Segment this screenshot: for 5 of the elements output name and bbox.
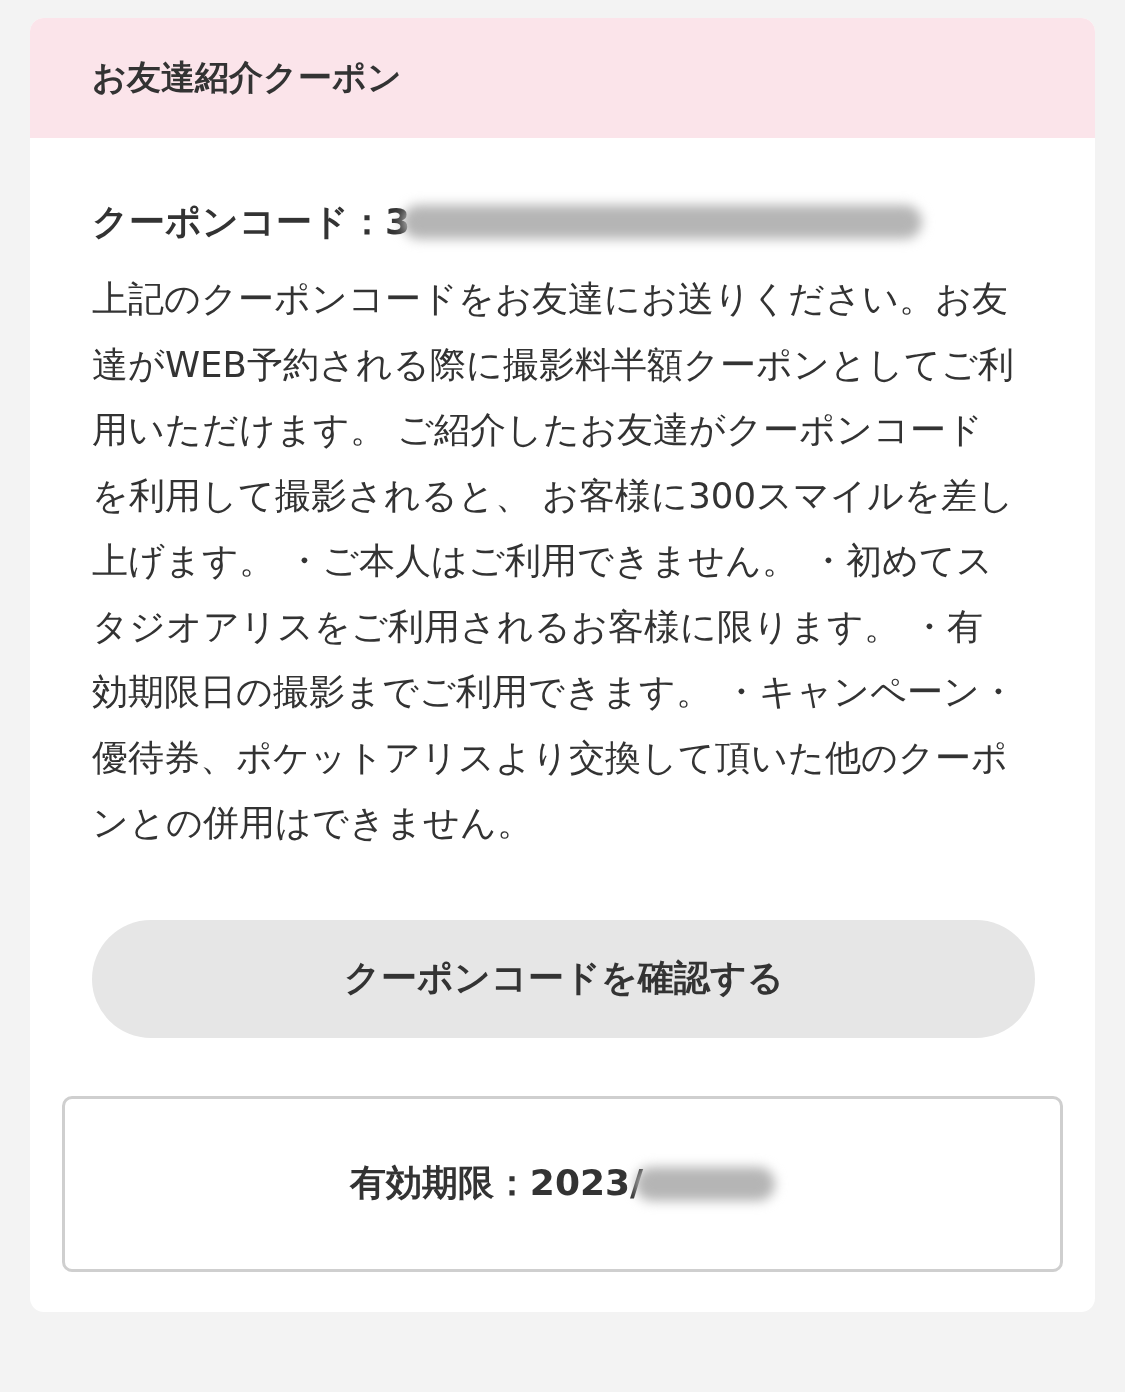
expiry-date: 有効期限：2023/	[349, 1161, 644, 1205]
card-title: お友達紹介クーポン	[92, 56, 402, 99]
coupon-description: 上記のクーポンコードをお友達にお送りください。お友達がWEB予約される際に撮影料半額クーポンとしてご利用いただけます。 ご紹介したお友達がクーポンコードを利用して撮影されると、 お客様に300スマイルを差し上げます。 ・ご本人はご利用できません。 ・初めてスタジオアリスをご利用されるお客様に限ります。 ・有効期限日の撮影までご利用できます。 ・キャンペーン・優待券、ポケットアリスより交換して頂いた他のクーポンとの併用はできません。	[92, 277, 1017, 845]
coupon-code-label: クーポンコード：3	[92, 199, 411, 244]
confirm-code-button[interactable]: クーポンコードを確認する	[92, 919, 1035, 1038]
